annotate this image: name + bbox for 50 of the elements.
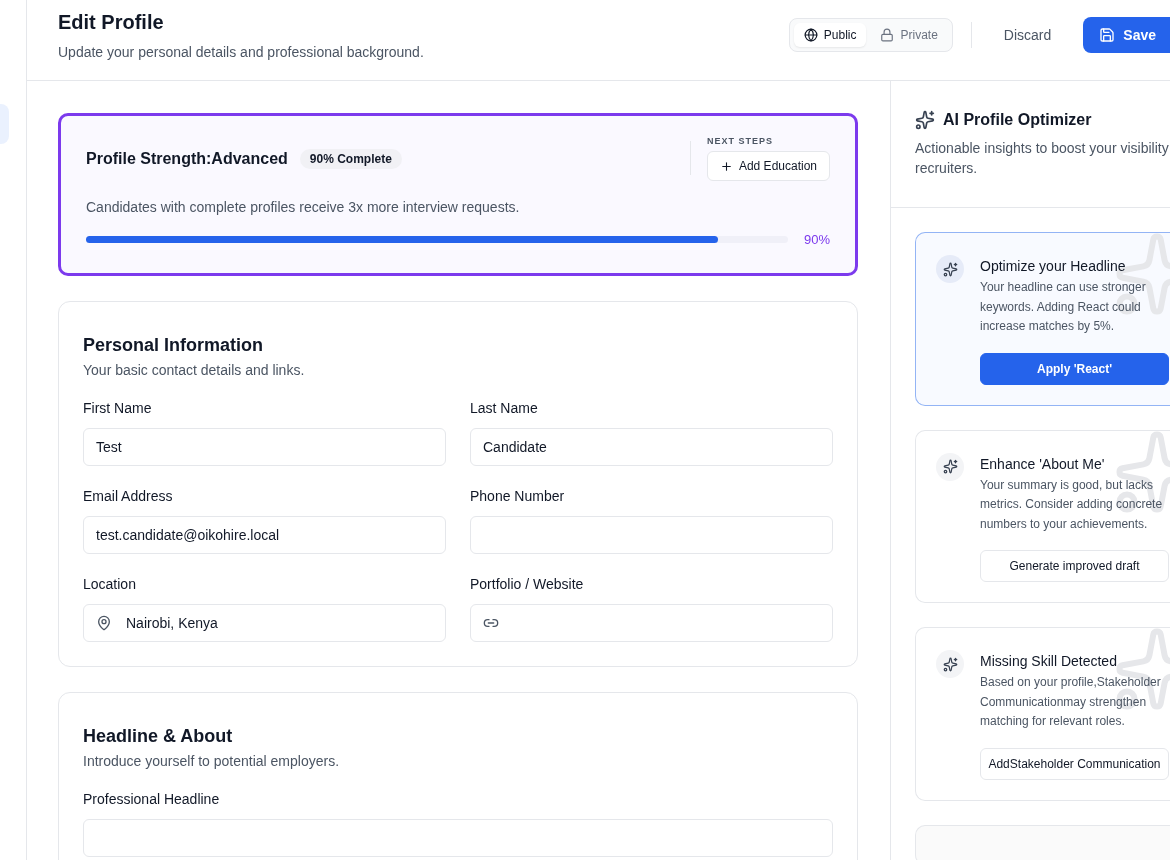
panel-title: AI Profile Optimizer [943, 111, 1092, 129]
section-subtitle: Your basic contact details and links. [83, 362, 306, 378]
save-button[interactable]: Save [1083, 17, 1170, 53]
suggestion-text: Based on your profile,Stakeholder Communicationmay strengthen matching for relevant roles. [980, 674, 1162, 730]
suggestion-title: Enhance 'About Me' [980, 455, 1106, 472]
field-label: Email Address [83, 488, 174, 504]
section-subtitle: Introduce yourself to potential employers. [83, 753, 341, 769]
input-field[interactable]: test.candidate@oikohire.local [83, 516, 446, 554]
input-field[interactable]: Test [83, 428, 446, 466]
page-subtitle: Update your personal details and professional background. [58, 43, 424, 61]
input-field[interactable] [470, 516, 833, 554]
input-field[interactable]: Nairobi, Kenya [83, 604, 446, 642]
field-label: Phone Number [470, 488, 566, 504]
lock-icon [880, 28, 895, 42]
page-title: Edit Profile [58, 10, 165, 34]
save-icon [1099, 27, 1116, 43]
plus-icon [719, 159, 733, 173]
visibility-option[interactable]: Public [793, 23, 867, 47]
input-field[interactable] [83, 819, 833, 857]
section-title: Personal Information [83, 334, 265, 356]
field-label: Portfolio / Website [470, 576, 585, 592]
visibility-option[interactable]: Private [870, 23, 948, 47]
suggestion-title: Missing Skill Detected [980, 653, 1118, 669]
sparkles-badge-icon [936, 255, 964, 283]
suggestion-text: Your summary is good, but lacks metrics. Consider adding concrete numbers to your achievements. [980, 476, 1164, 533]
suggestion-action-button[interactable]: Generate improved draft [980, 550, 1169, 582]
suggestion-text: Your headline can use stronger keywords. Adding React could increase matches by 5%. [980, 279, 1147, 335]
input-field[interactable] [470, 604, 833, 642]
field-label: Last Name [470, 400, 539, 416]
field-label: First Name [83, 400, 153, 416]
strength-message: Candidates with complete profiles receive 3x more interview requests. [86, 199, 521, 215]
sparkles-icon [915, 110, 935, 130]
strength-title: Profile Strength:Advanced [86, 149, 288, 168]
suggestion-action-button[interactable]: AddStakeholder Communication [980, 747, 1169, 780]
field-label: Location [83, 576, 137, 592]
sparkles-badge-icon [936, 650, 964, 678]
sparkles-badge-icon [936, 452, 964, 481]
completion-badge: 90% Complete [299, 148, 402, 169]
add-education-button[interactable]: Add Education [706, 151, 830, 181]
panel-subtitle: Actionable insights to boost your visibility recruiters. [915, 139, 1170, 178]
section-title: Headline & About [83, 725, 234, 747]
field-label: Professional Headline [83, 791, 221, 807]
suggestion-title: Optimize your Headline [980, 258, 1127, 274]
next-steps-label: NEXT STEPS [706, 136, 774, 146]
globe-icon [803, 28, 818, 42]
map-pin-icon [96, 615, 112, 631]
progress-reading: 90% [803, 232, 830, 247]
input-field[interactable]: Candidate [470, 428, 833, 466]
suggestion-action-button[interactable]: Apply 'React' [980, 352, 1169, 385]
discard-button[interactable]: Discard [989, 17, 1066, 53]
